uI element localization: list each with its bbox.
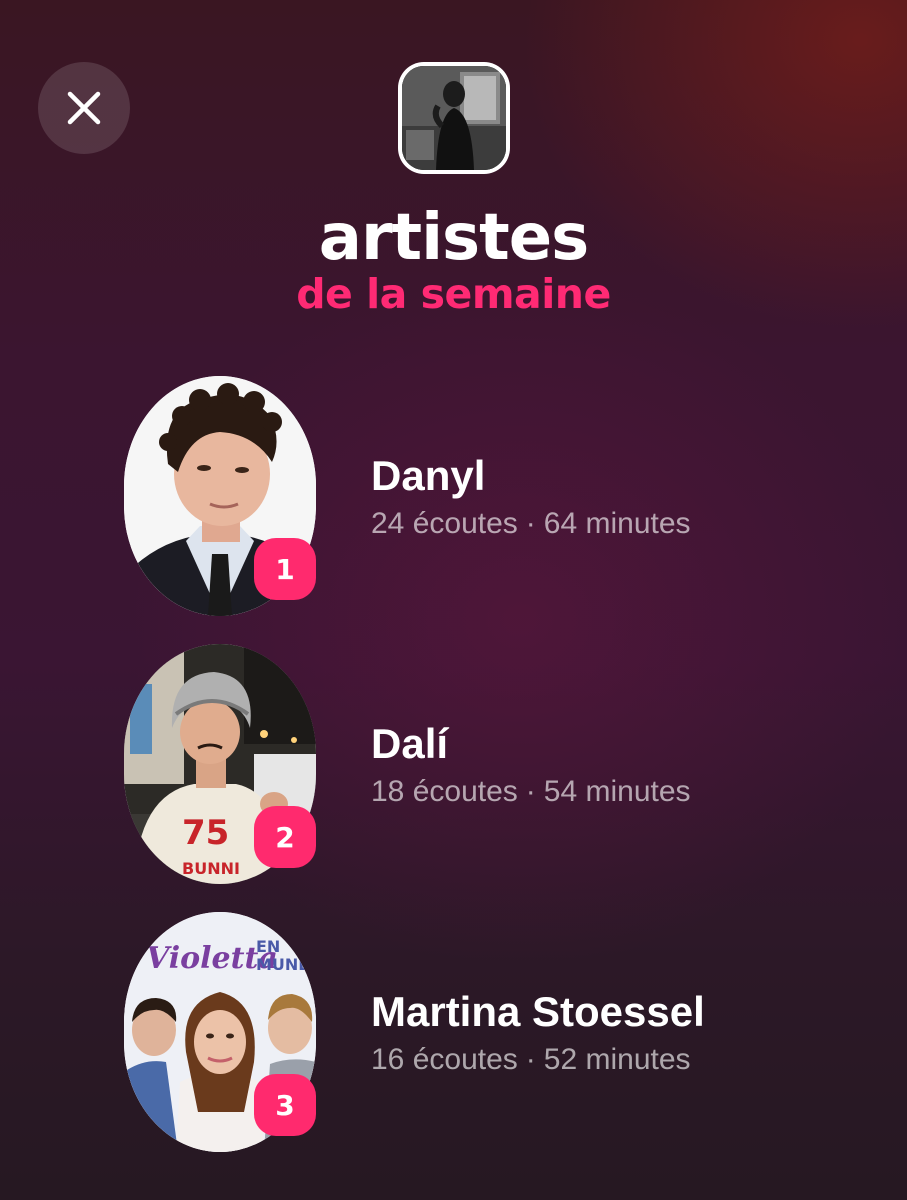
svg-text:BUNNI: BUNNI (182, 859, 240, 878)
plays-count: 16 écoutes (371, 1043, 518, 1076)
svg-text:75: 75 (182, 813, 229, 853)
rank-badge: 3 (254, 1074, 316, 1136)
profile-photo (402, 66, 506, 170)
rank-badge: 1 (254, 538, 316, 600)
separator: · (525, 1043, 536, 1076)
minutes-count: 54 minutes (543, 775, 691, 808)
minutes-count: 64 minutes (543, 507, 691, 540)
plays-count: 24 écoutes (371, 507, 518, 540)
minutes-count: 52 minutes (543, 1043, 691, 1076)
artist-name: Martina Stoessel (371, 988, 705, 1035)
separator: · (525, 775, 536, 808)
artist-row-1[interactable]: 1 Danyl 24 écoutes · 64 minutes (124, 376, 824, 616)
artist-name: Dalí (371, 720, 449, 767)
svg-text:MUNDO: MUNDO (256, 955, 316, 974)
artist-stats: 16 écoutes · 52 minutes (371, 1042, 691, 1078)
artist-stats: 18 écoutes · 54 minutes (371, 774, 691, 810)
profile-thumbnail (398, 62, 510, 174)
page-title: artistes (318, 201, 589, 275)
svg-text:EN: EN (256, 937, 280, 956)
rank-badge: 2 (254, 806, 316, 868)
page-subtitle: de la semaine (296, 270, 611, 318)
separator: · (525, 507, 536, 540)
artist-row-3[interactable]: Violetta EN MUNDO 3 Martina Stoessel 16 … (124, 912, 824, 1152)
artist-name: Danyl (371, 452, 486, 499)
close-button[interactable] (38, 62, 130, 154)
close-icon (67, 91, 101, 125)
artist-row-2[interactable]: 75 BUNNI 2 Dalí 18 écoutes · 54 minutes (124, 644, 824, 884)
plays-count: 18 écoutes (371, 775, 518, 808)
artist-stats: 24 écoutes · 64 minutes (371, 506, 691, 542)
